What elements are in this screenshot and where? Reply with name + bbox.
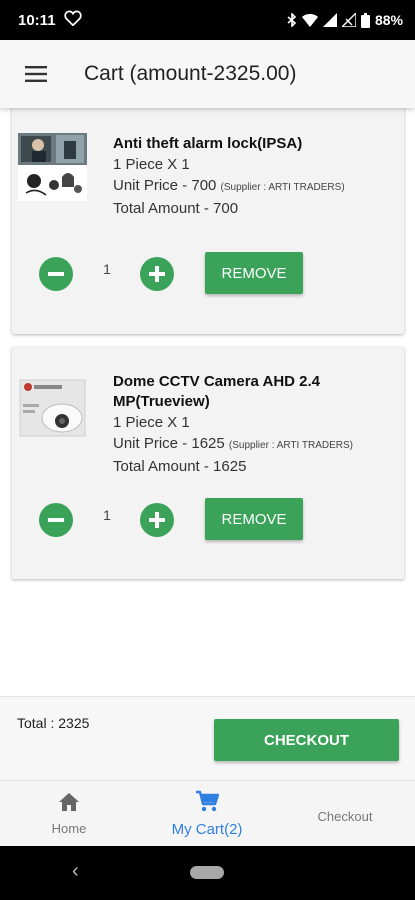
- product-info: Anti theft alarm lock(IPSA) 1 Piece X 1 …: [113, 134, 390, 219]
- wifi-icon: [301, 13, 318, 27]
- quantity-value: 1: [103, 261, 111, 277]
- page-title: Cart (amount-2325.00): [84, 62, 297, 85]
- unit-price-line: Unit Price - 700 (Supplier : ARTI TRADER…: [113, 175, 390, 198]
- app-bar: Cart (amount-2325.00): [0, 40, 415, 108]
- decrease-quantity-button[interactable]: [39, 503, 73, 537]
- cart-item-card: Anti theft alarm lock(IPSA) 1 Piece X 1 …: [12, 108, 404, 334]
- remove-button[interactable]: REMOVE: [205, 252, 303, 294]
- heart-icon: [63, 10, 82, 30]
- product-info: Dome CCTV Camera AHD 2.4 MP(Trueview) 1 …: [113, 372, 390, 477]
- unit-price: Unit Price - 700: [113, 177, 217, 194]
- decrease-quantity-button[interactable]: [39, 257, 73, 291]
- bottom-navigation: Home My Cart(2) Checkout: [0, 780, 415, 846]
- minus-icon: [48, 272, 64, 276]
- supplier-label: (Supplier : ARTI TRADERS): [220, 182, 345, 193]
- quantity-line: 1 Piece X 1: [113, 156, 190, 173]
- product-image-dome-camera: [18, 374, 87, 442]
- product-name: Dome CCTV Camera AHD 2.4 MP(Trueview): [113, 373, 321, 410]
- cart-icon: [195, 790, 220, 817]
- cart-item-card: Dome CCTV Camera AHD 2.4 MP(Trueview) 1 …: [12, 347, 404, 579]
- quantity-line: 1 Piece X 1: [113, 414, 190, 431]
- status-bar: 10:11 88%: [0, 0, 415, 40]
- unit-price: Unit Price - 1625: [113, 435, 225, 452]
- cart-footer: Total : 2325 CHECKOUT: [0, 696, 415, 780]
- signal-icon: [322, 13, 337, 27]
- cart-total: Total : 2325: [17, 715, 90, 731]
- nav-label-checkout: Checkout: [317, 808, 373, 824]
- hamburger-menu-icon[interactable]: [0, 40, 72, 108]
- system-navigation-bar: ‹: [0, 846, 415, 900]
- remove-button[interactable]: REMOVE: [205, 498, 303, 540]
- signal-off-icon: [341, 13, 356, 27]
- minus-icon: [48, 518, 64, 522]
- nav-item-my-cart[interactable]: My Cart(2): [138, 781, 276, 847]
- cart-list: Anti theft alarm lock(IPSA) 1 Piece X 1 …: [0, 108, 415, 696]
- nav-label-home: Home: [51, 821, 87, 836]
- nav-label-my-cart: My Cart(2): [171, 821, 243, 838]
- home-icon: [58, 792, 80, 817]
- nav-item-home[interactable]: Home: [0, 781, 138, 847]
- status-right: 88%: [287, 12, 403, 28]
- battery-level: 88%: [374, 12, 403, 28]
- supplier-label: (Supplier : ARTI TRADERS): [228, 440, 354, 451]
- home-pill-icon[interactable]: [190, 866, 224, 879]
- battery-icon: [360, 12, 370, 28]
- nav-item-checkout[interactable]: Checkout: [276, 781, 414, 847]
- quantity-value: 1: [103, 507, 111, 523]
- checkout-button[interactable]: CHECKOUT: [214, 719, 399, 761]
- product-image-alarm-lock: [18, 133, 87, 201]
- status-left: 10:11: [18, 10, 82, 30]
- status-time: 10:11: [18, 11, 56, 29]
- product-name: Anti theft alarm lock(IPSA): [113, 135, 303, 152]
- back-icon[interactable]: ‹: [72, 860, 79, 883]
- total-amount: Total Amount - 700: [113, 200, 239, 217]
- unit-price-line: Unit Price - 1625 (Supplier : ARTI TRADE…: [113, 433, 390, 456]
- increase-quantity-button[interactable]: [140, 503, 174, 537]
- total-amount: Total Amount - 1625: [113, 458, 247, 475]
- bluetooth-icon: [287, 13, 297, 27]
- increase-quantity-button[interactable]: [140, 257, 174, 291]
